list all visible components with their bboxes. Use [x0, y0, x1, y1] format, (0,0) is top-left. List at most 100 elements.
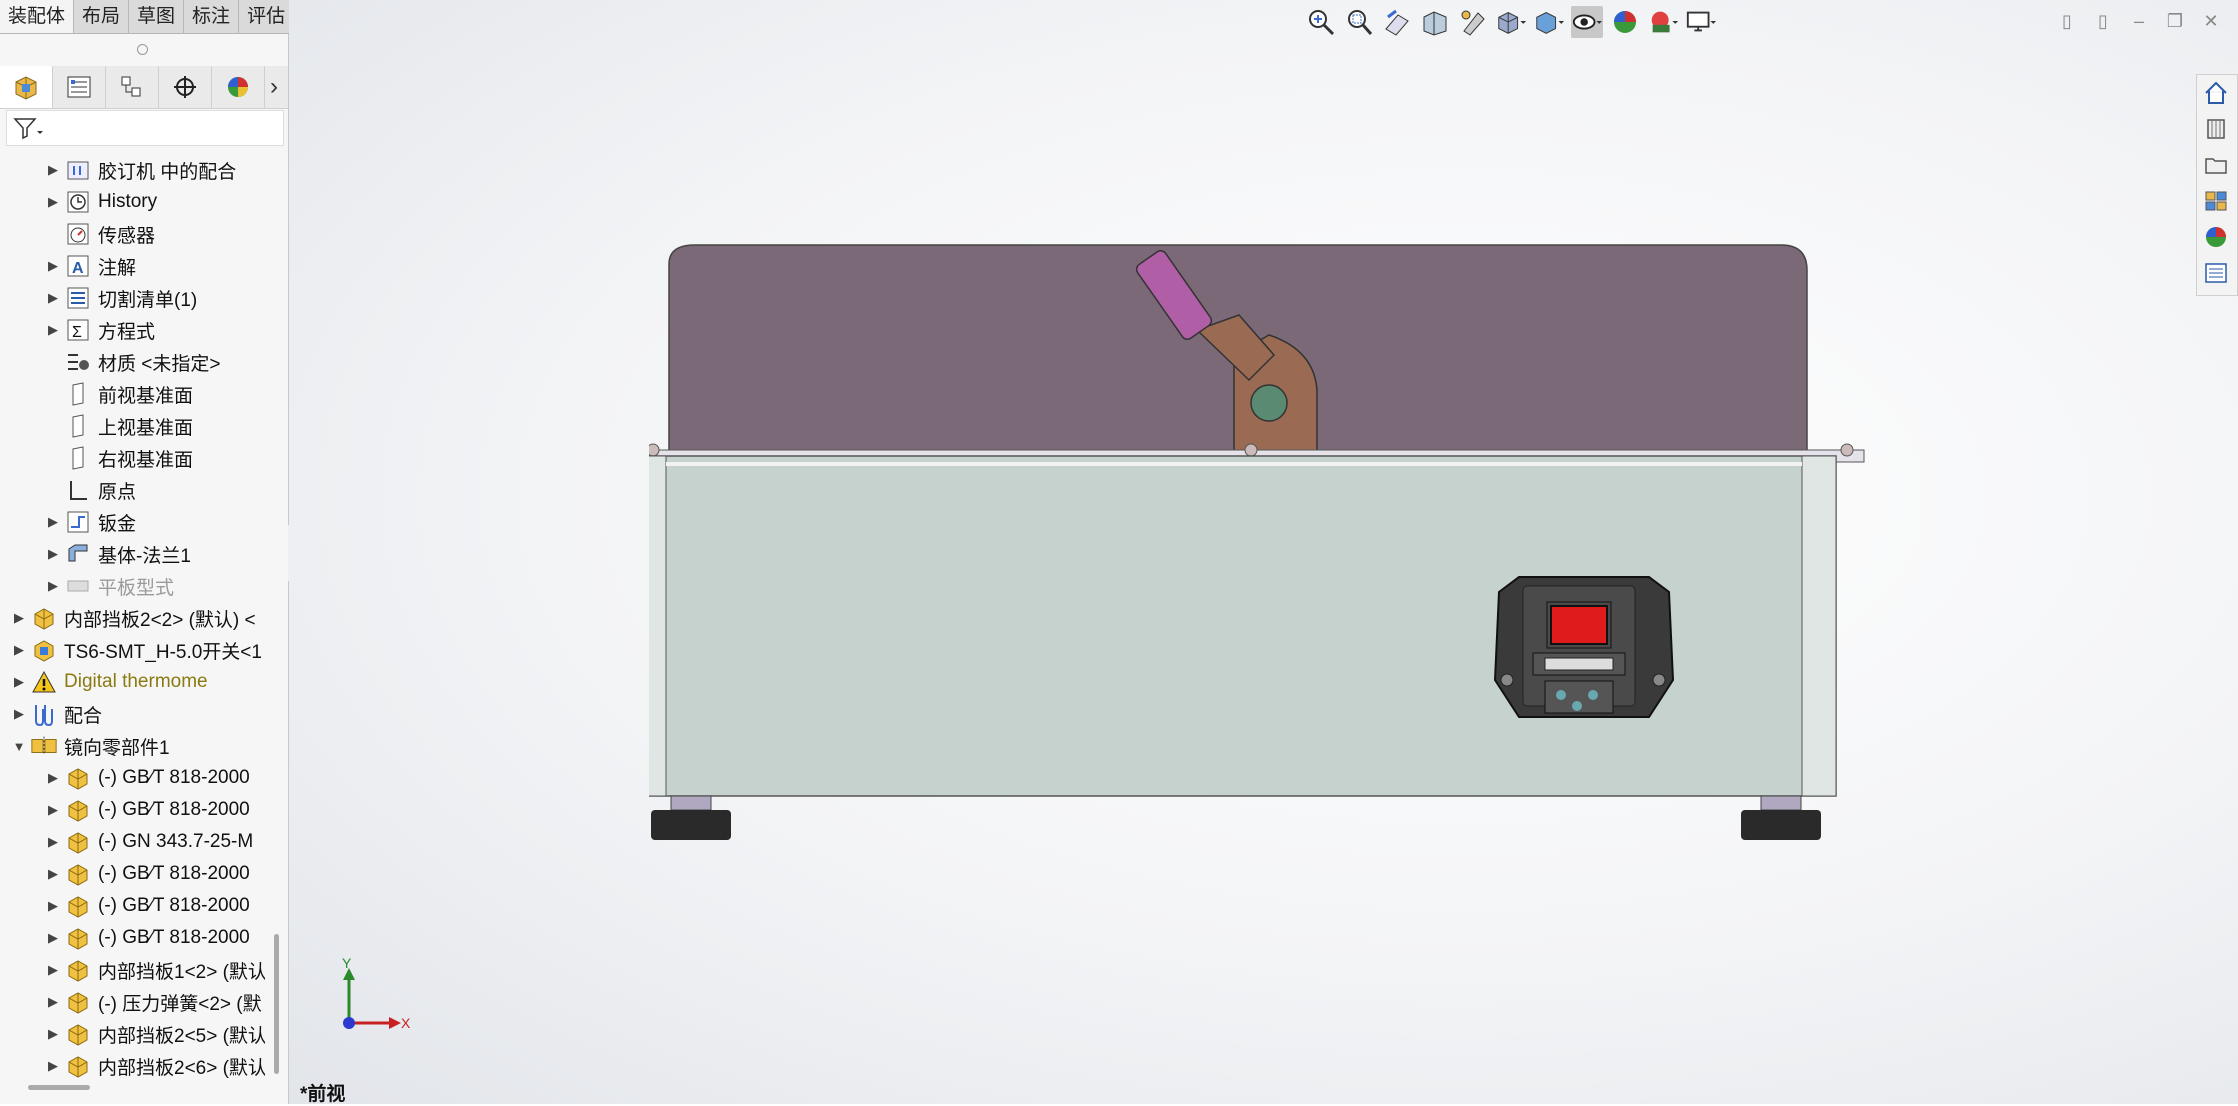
tab-0[interactable]: 装配体	[0, 0, 75, 33]
more-tabs-chevron-icon[interactable]: ›	[265, 66, 283, 108]
file-explorer-icon[interactable]	[2197, 147, 2235, 183]
tree-item-17[interactable]: ▶ 配合	[0, 698, 265, 730]
part-icon	[64, 829, 92, 855]
tab-2[interactable]: 草图	[129, 0, 185, 33]
restore-icon[interactable]: ❐	[2157, 8, 2193, 34]
expand-arrow-icon[interactable]: ▶	[10, 610, 28, 626]
expand-arrow-icon[interactable]: ▶	[44, 514, 62, 530]
dimxpert-tab[interactable]	[159, 66, 212, 108]
tree-item-3[interactable]: ▶ A 注解	[0, 250, 265, 282]
tree-item-19[interactable]: ▶ (-) GB∕T 818-2000	[0, 762, 265, 794]
tree-item-22[interactable]: ▶ (-) GB∕T 818-2000	[0, 858, 265, 890]
tab-4[interactable]: 评估	[239, 0, 295, 33]
hide-show-items-icon[interactable]	[1571, 6, 1603, 38]
home-icon[interactable]	[2197, 75, 2235, 111]
tree-horizontal-scrollbar[interactable]	[28, 1085, 90, 1090]
tab-1[interactable]: 布局	[74, 0, 130, 33]
tree-item-28[interactable]: ▶ 内部挡板2<6> (默认	[0, 1050, 265, 1082]
mates-folder-icon	[64, 157, 92, 183]
tree-item-26[interactable]: ▶ (-) 压力弹簧<2> (默	[0, 986, 265, 1018]
tree-item-2[interactable]: 传感器	[0, 218, 265, 250]
minimize-icon[interactable]: –	[2121, 8, 2157, 34]
expand-arrow-icon[interactable]: ▶	[10, 674, 28, 690]
expand-arrow-icon[interactable]: ▶	[10, 642, 28, 658]
edit-appearance-icon[interactable]	[1609, 6, 1641, 38]
featuremanager-tab[interactable]	[0, 66, 53, 108]
zoom-to-fit-icon[interactable]	[1305, 6, 1337, 38]
view-palette-icon[interactable]	[2197, 183, 2235, 219]
tree-item-1[interactable]: ▶ History	[0, 186, 265, 218]
tree-filter-field[interactable]	[6, 110, 284, 146]
tree-item-11[interactable]: ▶ 钣金	[0, 506, 265, 538]
custom-properties-icon[interactable]	[2197, 255, 2235, 291]
expand-arrow-icon[interactable]: ▶	[10, 706, 28, 722]
appearances-icon[interactable]	[2197, 219, 2235, 255]
tree-item-14[interactable]: ▶ 内部挡板2<2> (默认) <	[0, 602, 265, 634]
expand-arrow-icon[interactable]: ▶	[44, 962, 62, 978]
tree-item-label: 内部挡板1<2> (默认	[98, 961, 265, 983]
tree-item-21[interactable]: ▶ (-) GN 343.7-25-M	[0, 826, 265, 858]
tree-item-label: 平板型式	[98, 577, 175, 599]
tab-3[interactable]: 标注	[184, 0, 240, 33]
expand-arrow-icon[interactable]: ▶	[44, 162, 62, 178]
tree-item-0[interactable]: ▶ 胶订机 中的配合	[0, 154, 265, 186]
mates-icon	[30, 701, 58, 727]
tree-vertical-scrollbar[interactable]	[274, 934, 279, 1074]
expand-arrow-icon[interactable]: ▶	[44, 1058, 62, 1074]
close-icon[interactable]: ✕	[2193, 8, 2229, 34]
expand-arrow-icon[interactable]: ▶	[44, 578, 62, 594]
appearance-tab[interactable]	[212, 66, 265, 108]
expand-arrow-icon[interactable]: ▶	[44, 322, 62, 338]
tile-left-icon[interactable]: ▯	[2049, 8, 2085, 34]
tree-item-6[interactable]: 材质 <未指定>	[0, 346, 265, 378]
expand-arrow-icon[interactable]: ▶	[44, 802, 62, 818]
graphics-area[interactable]: ▯ ▯ – ❐ ✕ Y X	[289, 0, 2238, 1104]
tree-item-25[interactable]: ▶ 内部挡板1<2> (默认	[0, 954, 265, 986]
expand-arrow-icon[interactable]: ▶	[44, 546, 62, 562]
tree-item-27[interactable]: ▶ 内部挡板2<5> (默认	[0, 1018, 265, 1050]
tree-item-16[interactable]: ▶ Digital thermome	[0, 666, 265, 698]
apply-scene-icon[interactable]	[1647, 6, 1679, 38]
design-library-icon[interactable]	[2197, 111, 2235, 147]
tree-item-20[interactable]: ▶ (-) GB∕T 818-2000	[0, 794, 265, 826]
collapse-arrow-icon[interactable]: ▼	[10, 739, 28, 754]
tree-item-8[interactable]: 上视基准面	[0, 410, 265, 442]
sheetmetal-icon	[64, 509, 92, 535]
tree-item-4[interactable]: ▶ 切割清单(1)	[0, 282, 265, 314]
zoom-to-area-icon[interactable]	[1343, 6, 1375, 38]
expand-arrow-icon[interactable]: ▶	[44, 1026, 62, 1042]
part-icon	[64, 861, 92, 887]
history-icon	[64, 189, 92, 215]
panel-grip-icon[interactable]	[137, 44, 148, 55]
section-view-icon[interactable]	[1419, 6, 1451, 38]
tree-item-18[interactable]: ▼ 镜向零部件1	[0, 730, 265, 762]
view-orientation-icon[interactable]	[1495, 6, 1527, 38]
tree-item-15[interactable]: ▶ TS6-SMT_H-5.0开关<1	[0, 634, 265, 666]
expand-arrow-icon[interactable]: ▶	[44, 770, 62, 786]
display-style-icon[interactable]	[1533, 6, 1565, 38]
tree-item-7[interactable]: 前视基准面	[0, 378, 265, 410]
tree-item-13[interactable]: ▶ 平板型式	[0, 570, 265, 602]
expand-arrow-icon[interactable]: ▶	[44, 994, 62, 1010]
tree-item-12[interactable]: ▶ 基体-法兰1	[0, 538, 265, 570]
tree-item-label: 内部挡板2<5> (默认	[98, 1025, 265, 1047]
configurationmanager-tab[interactable]	[106, 66, 159, 108]
tile-right-icon[interactable]: ▯	[2085, 8, 2121, 34]
expand-arrow-icon[interactable]: ▶	[44, 898, 62, 914]
dynamic-annotation-icon[interactable]	[1457, 6, 1489, 38]
expand-arrow-icon[interactable]: ▶	[44, 290, 62, 306]
model-front-view[interactable]	[649, 240, 1889, 880]
tree-item-23[interactable]: ▶ (-) GB∕T 818-2000	[0, 890, 265, 922]
expand-arrow-icon[interactable]: ▶	[44, 930, 62, 946]
tree-item-10[interactable]: 原点	[0, 474, 265, 506]
view-settings-icon[interactable]	[1685, 6, 1717, 38]
propertymanager-tab[interactable]	[53, 66, 106, 108]
tree-item-5[interactable]: ▶ Σ 方程式	[0, 314, 265, 346]
expand-arrow-icon[interactable]: ▶	[44, 834, 62, 850]
expand-arrow-icon[interactable]: ▶	[44, 194, 62, 210]
tree-item-24[interactable]: ▶ (-) GB∕T 818-2000	[0, 922, 265, 954]
previous-view-icon[interactable]	[1381, 6, 1413, 38]
expand-arrow-icon[interactable]: ▶	[44, 258, 62, 274]
expand-arrow-icon[interactable]: ▶	[44, 866, 62, 882]
tree-item-9[interactable]: 右视基准面	[0, 442, 265, 474]
